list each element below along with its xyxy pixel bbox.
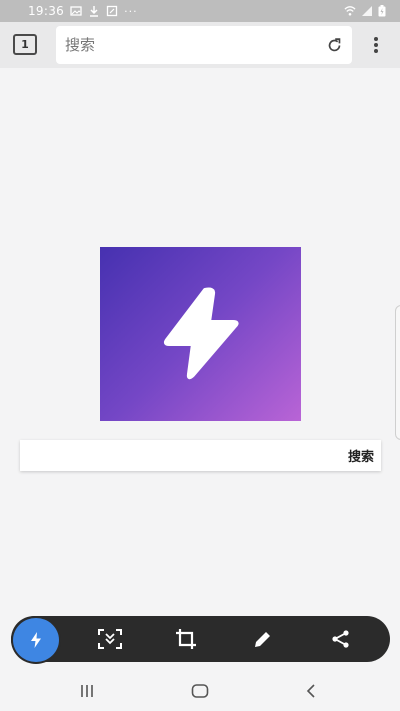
- more-vert-icon[interactable]: [368, 34, 384, 56]
- search-button[interactable]: 搜索: [341, 440, 381, 471]
- crop-icon: [176, 629, 196, 649]
- recent-apps-button[interactable]: [72, 680, 102, 702]
- flash-icon: [31, 632, 41, 648]
- menu-dot: [374, 43, 378, 47]
- status-time: 19:36: [28, 4, 65, 18]
- recent-apps-icon: [81, 685, 93, 697]
- capture-toolbar: [11, 616, 390, 662]
- logo-tile: [100, 247, 301, 421]
- wifi-icon: [344, 5, 356, 17]
- signal-icon: [361, 5, 373, 17]
- crop-button[interactable]: [163, 616, 209, 662]
- status-left: 19:36 ···: [28, 4, 138, 18]
- edge-panel-handle[interactable]: [395, 305, 400, 440]
- search-input[interactable]: [20, 440, 341, 471]
- edit-icon: [255, 632, 270, 647]
- edit-button[interactable]: [240, 616, 286, 662]
- flash-button[interactable]: [13, 618, 59, 662]
- tab-count: 1: [21, 38, 29, 51]
- share-icon: [332, 630, 349, 648]
- search-box: 搜索: [20, 440, 381, 471]
- menu-dot: [374, 37, 378, 41]
- home-icon: [191, 684, 209, 698]
- screen: 19:36 ··· 1 搜索 搜索: [0, 0, 400, 711]
- address-bar[interactable]: [56, 26, 352, 64]
- status-overflow: ···: [124, 4, 138, 18]
- back-icon: [306, 684, 315, 698]
- download-icon: [88, 5, 100, 17]
- menu-dot: [374, 49, 378, 53]
- battery-icon: [378, 5, 390, 17]
- reload-icon[interactable]: [325, 36, 343, 54]
- tab-switcher-button[interactable]: 1: [13, 34, 37, 55]
- status-right: [344, 5, 390, 17]
- home-button[interactable]: [185, 680, 215, 702]
- share-button[interactable]: [318, 616, 364, 662]
- scroll-capture-icon: [98, 629, 122, 649]
- browser-toolbar: 1: [0, 22, 400, 68]
- navigation-bar: [0, 670, 400, 711]
- status-bar: 19:36 ···: [0, 0, 400, 22]
- scroll-capture-button[interactable]: [87, 616, 133, 662]
- screenshot-icon: [106, 5, 118, 17]
- lightning-bolt-icon: [163, 287, 239, 380]
- image-icon: [70, 5, 82, 17]
- address-input[interactable]: [65, 36, 315, 54]
- back-button[interactable]: [296, 680, 326, 702]
